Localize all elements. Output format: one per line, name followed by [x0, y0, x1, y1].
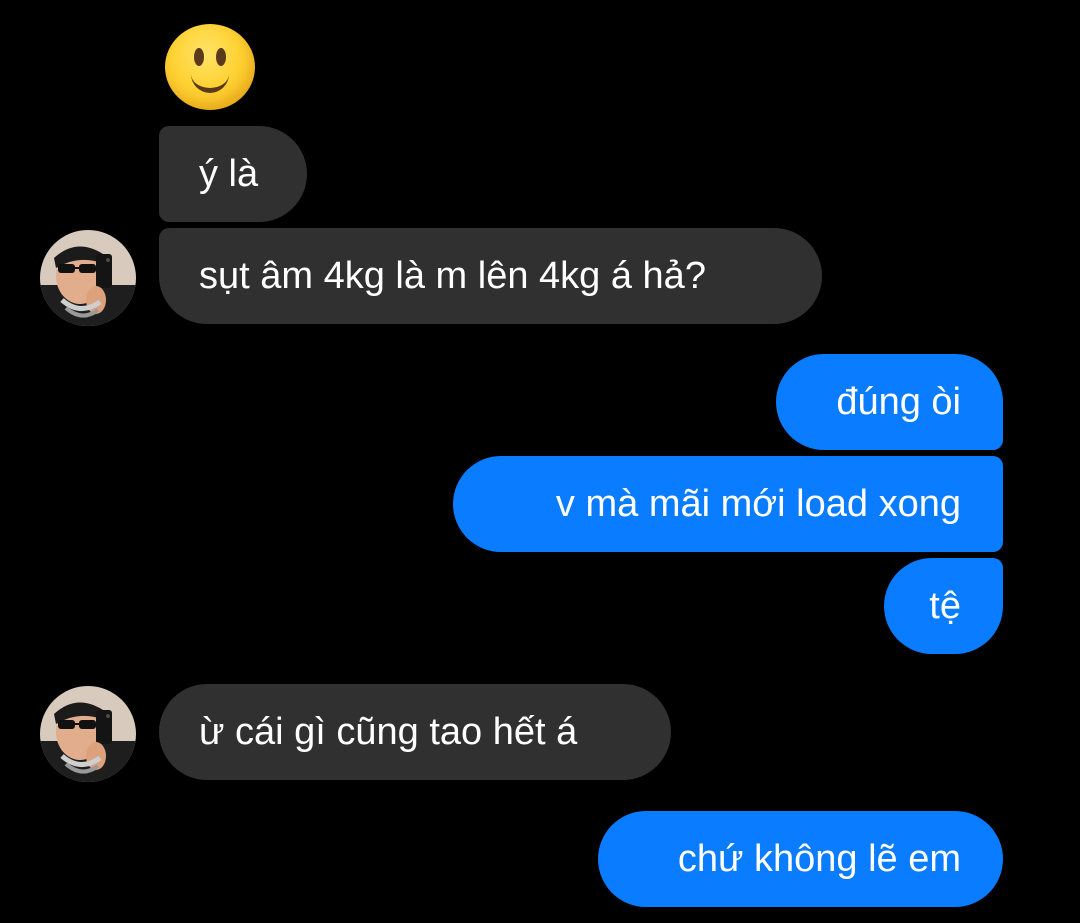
incoming-message-bubble[interactable]: ừ cái gì cũng tao hết á — [159, 684, 671, 780]
message-text: ý là — [199, 153, 259, 195]
emoji-right-eye — [216, 48, 226, 66]
message-text: v mà mãi mới load xong — [555, 483, 961, 525]
incoming-message-bubble[interactable]: sụt âm 4kg là m lên 4kg á hả? — [159, 228, 822, 324]
message-text: đúng òi — [836, 381, 961, 423]
outgoing-message-bubble[interactable]: đúng òi — [776, 354, 1003, 450]
avatar-image — [40, 230, 136, 326]
outgoing-message-bubble[interactable]: tệ — [884, 558, 1003, 654]
message-text: ừ cái gì cũng tao hết á — [199, 711, 578, 753]
message-text: tệ — [929, 585, 961, 627]
message-text: sụt âm 4kg là m lên 4kg á hả? — [199, 255, 706, 297]
incoming-message-bubble[interactable]: ý là — [159, 126, 307, 222]
sender-avatar[interactable] — [40, 686, 136, 782]
sender-avatar[interactable] — [40, 230, 136, 326]
outgoing-message-bubble[interactable]: v mà mãi mới load xong — [453, 456, 1003, 552]
avatar-image — [40, 686, 136, 782]
emoji-left-eye — [194, 48, 204, 66]
message-text: chứ không lẽ em — [677, 838, 961, 880]
emoji-mouth — [191, 70, 229, 93]
outgoing-message-bubble[interactable]: chứ không lẽ em — [598, 811, 1003, 907]
slightly-smiling-face-icon — [165, 24, 255, 110]
